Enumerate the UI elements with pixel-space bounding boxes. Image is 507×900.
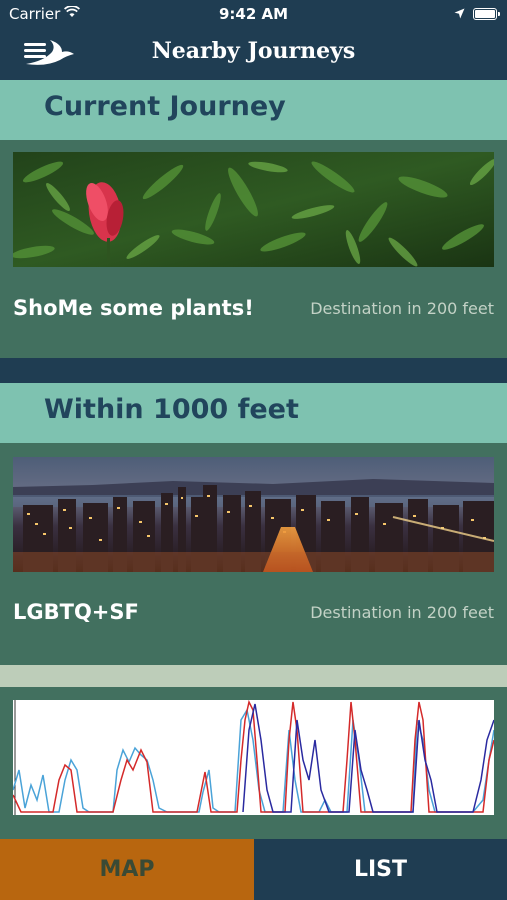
nearby-journey-title[interactable]: LGBTQ+SF bbox=[13, 600, 139, 624]
tab-map[interactable]: MAP bbox=[0, 839, 254, 900]
location-arrow-icon bbox=[454, 8, 465, 19]
page-title: Nearby Journeys bbox=[151, 38, 356, 64]
current-journey-header: Current Journey bbox=[0, 80, 507, 140]
clock: 9:42 AM bbox=[218, 5, 289, 23]
within-1000-feet-heading: Within 1000 feet bbox=[44, 394, 299, 425]
waveform-graph-image[interactable] bbox=[13, 700, 494, 815]
city-night-panorama-photo[interactable] bbox=[13, 457, 494, 572]
battery-icon bbox=[473, 8, 500, 20]
status-bar: Carrier 9:42 AM bbox=[0, 0, 507, 28]
tab-list[interactable]: LIST bbox=[254, 839, 507, 900]
nearby-journey-distance: Destination in 200 feet bbox=[310, 603, 494, 622]
current-journey-heading: Current Journey bbox=[44, 91, 286, 122]
navigation-bar: Nearby Journeys bbox=[0, 28, 507, 80]
current-journey-title[interactable]: ShoMe some plants! bbox=[13, 296, 254, 320]
current-journey-distance: Destination in 200 feet bbox=[310, 299, 494, 318]
section-divider-light bbox=[0, 665, 507, 687]
section-divider bbox=[0, 358, 507, 383]
journey-list[interactable]: Current Journey ShoMe some plants! Desti… bbox=[0, 80, 507, 839]
within-1000-feet-header: Within 1000 feet bbox=[0, 383, 507, 443]
red-flower-photo[interactable] bbox=[13, 152, 494, 267]
bottom-tab-bar: MAP LIST bbox=[0, 839, 507, 900]
